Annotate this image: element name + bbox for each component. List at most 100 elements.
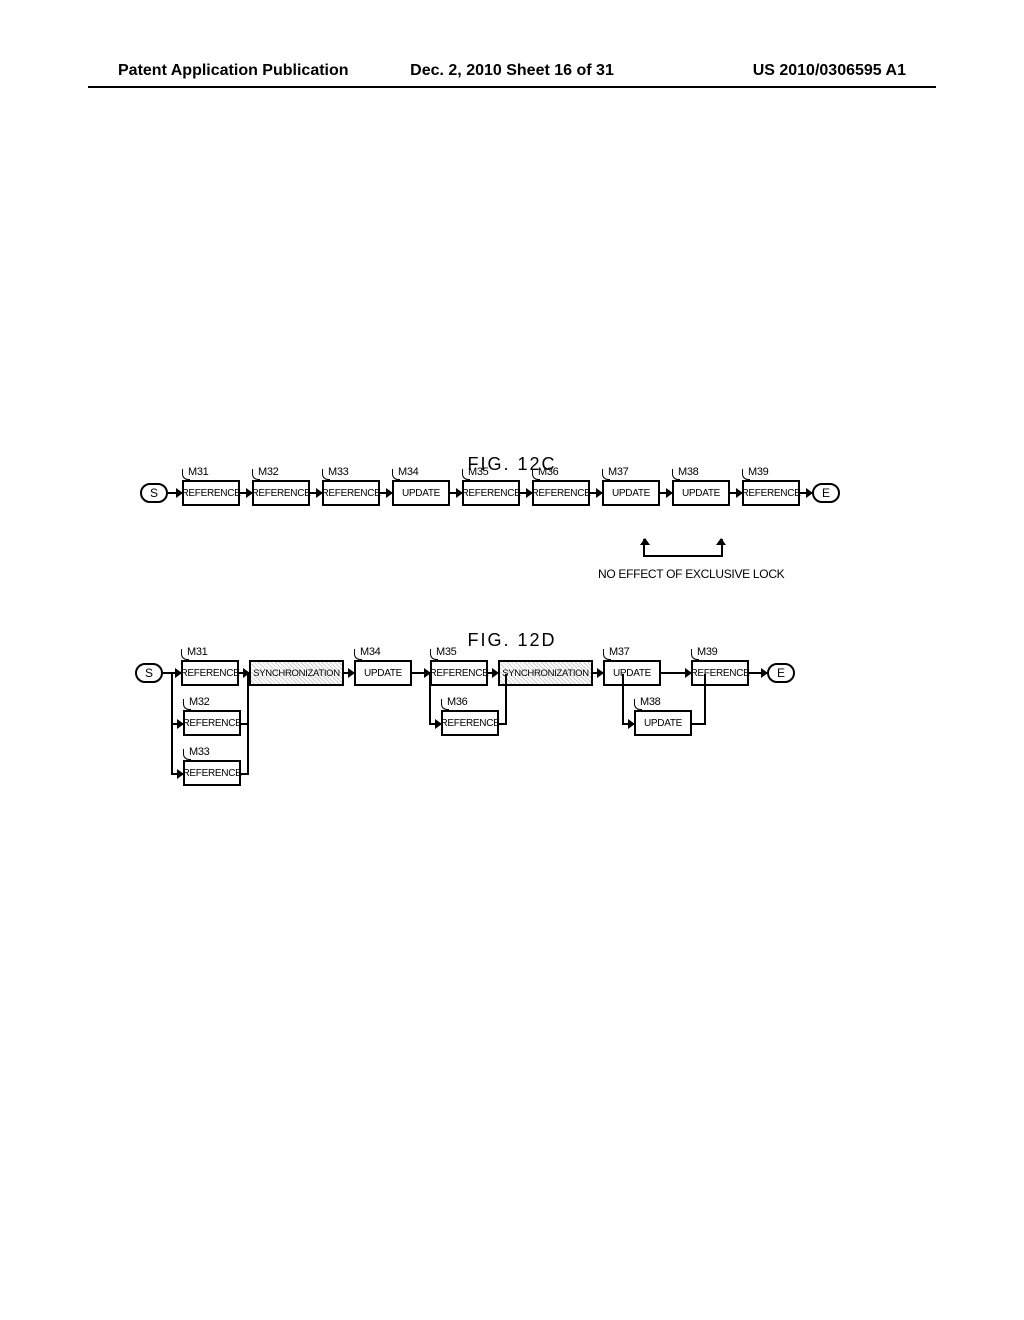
flow-arrow	[380, 492, 392, 494]
node-op-label: REFERENCE	[441, 718, 500, 729]
end-label: E	[822, 486, 830, 500]
figure-12d-diagram: S M31REFERENCE SYNCHRONIZATION M34UPDATE…	[135, 660, 795, 786]
connector-arrow	[171, 773, 183, 775]
node-m38: M38UPDATE	[634, 710, 692, 736]
node-id-label: M36	[538, 466, 559, 478]
node-op-label: UPDATE	[402, 488, 440, 499]
node-m36: M36REFERENCE	[532, 480, 590, 506]
node-op-label: REFERENCE	[183, 768, 242, 779]
node-m36: M36REFERENCE	[441, 710, 499, 736]
node-m38: M38UPDATE	[672, 480, 730, 506]
node-op-label: UPDATE	[364, 668, 402, 679]
node-id-label: M38	[678, 466, 699, 478]
connector-line	[622, 674, 624, 724]
connector-line	[505, 674, 507, 724]
patent-number: US 2010/0306595 A1	[753, 62, 906, 80]
node-op-label: REFERENCE	[322, 488, 381, 499]
node-op-label: REFERENCE	[183, 718, 242, 729]
node-id-label: M31	[188, 466, 209, 478]
connector-line	[241, 773, 249, 775]
flow-arrow	[730, 492, 742, 494]
figure-12c-title: FIG. 12C	[0, 454, 1024, 475]
node-op-label: REFERENCE	[742, 488, 801, 499]
node-id-label: M37	[608, 466, 629, 478]
flow-arrow	[412, 672, 430, 674]
node-id-label: M39	[697, 646, 718, 658]
node-id-label: M36	[447, 696, 468, 708]
flow-arrow	[800, 492, 812, 494]
flow-arrow	[310, 492, 322, 494]
start-node: S	[140, 483, 168, 503]
node-op-label: REFERENCE	[182, 488, 241, 499]
node-id-label: M39	[748, 466, 769, 478]
sync-node-2: SYNCHRONIZATION	[498, 660, 593, 686]
flow-arrow	[520, 492, 532, 494]
figure-12d-title: FIG. 12D	[0, 630, 1024, 651]
flow-arrow	[488, 672, 498, 674]
node-id-label: M34	[360, 646, 381, 658]
node-op-label: UPDATE	[644, 718, 682, 729]
node-op-label: REFERENCE	[462, 488, 521, 499]
flow-arrow	[660, 492, 672, 494]
node-id-label: M35	[468, 466, 489, 478]
flow-arrow	[590, 492, 602, 494]
connector-arrow	[429, 723, 441, 725]
arrowhead-icon	[640, 538, 650, 545]
node-op-label: REFERENCE	[532, 488, 591, 499]
connector-line	[692, 723, 706, 725]
node-id-label: M32	[189, 696, 210, 708]
start-label: S	[150, 486, 158, 500]
lock-note: NO EFFECT OF EXCLUSIVE LOCK	[598, 567, 784, 581]
node-m32: M32REFERENCE	[252, 480, 310, 506]
arrowhead-icon	[716, 538, 726, 545]
node-m35: M35REFERENCE	[430, 660, 488, 686]
node-op-label: UPDATE	[613, 668, 651, 679]
node-op-label: UPDATE	[682, 488, 720, 499]
node-m32: M32REFERENCE	[183, 710, 241, 736]
node-id-label: M34	[398, 466, 419, 478]
node-m39: M39REFERENCE	[742, 480, 800, 506]
figure-12c-diagram: S M31REFERENCE M32REFERENCE M33REFERENCE…	[140, 480, 924, 506]
date-sheet-label: Dec. 2, 2010 Sheet 16 of 31	[410, 62, 614, 80]
connector-arrow	[171, 723, 183, 725]
connector-line	[704, 674, 706, 724]
sync-label: SYNCHRONIZATION	[502, 668, 589, 679]
connector-line	[429, 674, 431, 724]
node-op-label: REFERENCE	[691, 668, 750, 679]
node-m33: M33REFERENCE	[183, 760, 241, 786]
end-label: E	[777, 666, 785, 680]
flow-arrow	[344, 672, 354, 674]
end-node: E	[812, 483, 840, 503]
node-id-label: M33	[328, 466, 349, 478]
flow-arrow	[661, 672, 691, 674]
node-m31: M31REFERENCE	[181, 660, 239, 686]
node-m34: M34UPDATE	[354, 660, 412, 686]
node-id-label: M37	[609, 646, 630, 658]
node-id-label: M31	[187, 646, 208, 658]
flow-arrow	[168, 492, 182, 494]
node-m37: M37UPDATE	[603, 660, 661, 686]
connector-line	[499, 723, 507, 725]
flow-arrow	[749, 672, 767, 674]
header-rule	[88, 86, 936, 88]
node-m35: M35REFERENCE	[462, 480, 520, 506]
connector-line	[241, 723, 249, 725]
node-id-label: M35	[436, 646, 457, 658]
node-m37: M37UPDATE	[602, 480, 660, 506]
flow-arrow	[240, 492, 252, 494]
sync-label: SYNCHRONIZATION	[253, 668, 340, 679]
flow-arrow	[593, 672, 603, 674]
node-id-label: M38	[640, 696, 661, 708]
node-op-label: REFERENCE	[430, 668, 489, 679]
end-node: E	[767, 663, 795, 683]
start-node: S	[135, 663, 163, 683]
node-id-label: M33	[189, 746, 210, 758]
node-m39: M39REFERENCE	[691, 660, 749, 686]
node-id-label: M32	[258, 466, 279, 478]
node-m33: M33REFERENCE	[322, 480, 380, 506]
lock-bracket	[643, 539, 723, 557]
node-op-label: REFERENCE	[181, 668, 240, 679]
node-op-label: REFERENCE	[252, 488, 311, 499]
connector-arrow	[622, 723, 634, 725]
publication-label: Patent Application Publication	[118, 62, 349, 80]
